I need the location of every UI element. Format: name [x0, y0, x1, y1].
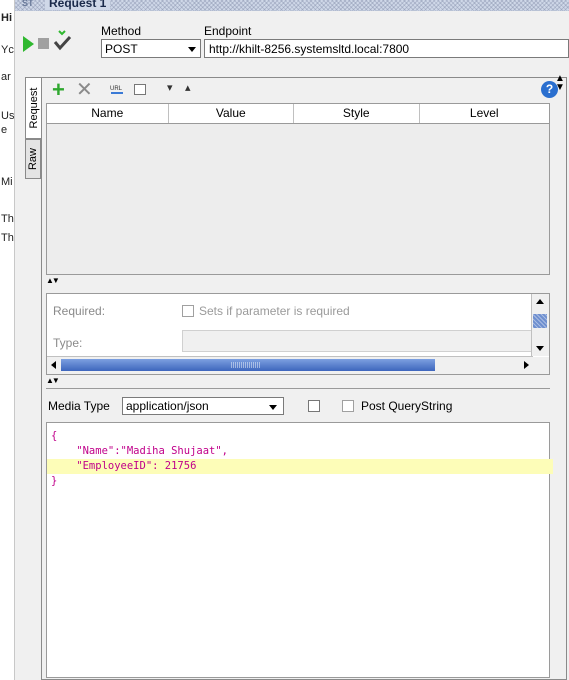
divider: [46, 388, 550, 389]
delete-icon[interactable]: ✕: [76, 80, 93, 100]
left-text-5: e: [1, 124, 8, 136]
props-vertical-scrollbar[interactable]: [531, 294, 549, 356]
chevron-down-icon: [269, 405, 277, 410]
scroll-right-icon[interactable]: [524, 361, 529, 369]
window-badge: ST: [22, 0, 34, 8]
col-name[interactable]: Name: [47, 104, 169, 123]
type-label: Type:: [53, 336, 83, 350]
col-style[interactable]: Style: [294, 104, 420, 123]
chevron-down-icon: [188, 47, 196, 52]
request-panel: + ✕ URL ▾ ▴ ? Name Value Style Level ▲▼ …: [41, 77, 567, 680]
scroll-corner: [532, 357, 549, 374]
tab-request-label: Request: [27, 87, 40, 129]
method-label: Method: [101, 24, 142, 38]
left-text-8: Th: [1, 232, 14, 244]
media-type-label: Media Type: [48, 399, 110, 413]
left-text-3: ar: [1, 71, 11, 83]
left-panel-fragment: Hi Yc ar Us e Mi Th Th: [0, 0, 15, 680]
params-table-header: Name Value Style Level: [47, 104, 549, 124]
col-value[interactable]: Value: [169, 104, 295, 123]
tab-raw-label: Raw: [27, 147, 39, 171]
media-frame-icon[interactable]: [308, 400, 320, 412]
left-text-1: Hi: [1, 12, 12, 24]
scroll-left-icon[interactable]: [51, 361, 56, 369]
props-horizontal-scrollbar[interactable]: [47, 356, 533, 374]
media-type-row: Media Type application/json Post QuerySt…: [46, 395, 566, 417]
request-body-editor[interactable]: { "Name":"Madiha Shujaat", "EmployeeID":…: [46, 422, 553, 678]
move-down-icon[interactable]: ▾: [167, 81, 173, 94]
endpoint-input[interactable]: http://khilt-8256.systemsltd.local:7800: [204, 39, 569, 58]
body-line-1: {: [51, 430, 58, 442]
col-level[interactable]: Level: [420, 104, 549, 123]
splitter-handle-2[interactable]: ▲▼: [46, 376, 60, 385]
frame-icon[interactable]: [134, 84, 146, 95]
collapse-arrows-icon[interactable]: ▲ ▼: [555, 74, 565, 93]
post-querystring-label: Post QueryString: [361, 399, 453, 413]
tab-request[interactable]: Request: [25, 77, 41, 139]
checkmark-icon[interactable]: [53, 30, 73, 54]
svg-text:URL: URL: [110, 86, 123, 92]
body-line-4: }: [51, 475, 58, 487]
method-select[interactable]: POST: [101, 39, 201, 58]
body-line-2: "Name":"Madiha Shujaat",: [51, 445, 229, 457]
scroll-up-icon[interactable]: [536, 299, 544, 304]
scroll-down-icon[interactable]: [536, 346, 544, 351]
scroll-thumb[interactable]: [533, 314, 547, 328]
request-toolbar: Method POST Endpoint http://khilt-8256.s…: [15, 11, 569, 67]
required-label: Required:: [53, 304, 106, 318]
run-icon[interactable]: [23, 36, 34, 52]
request-body-area: Request Raw + ✕ URL ▾ ▴ ? Name Value Sty…: [15, 67, 569, 680]
stop-icon[interactable]: [38, 38, 49, 49]
left-text-7: Th: [1, 213, 14, 225]
method-value: POST: [105, 42, 138, 56]
params-toolbar: + ✕ URL ▾ ▴ ?: [42, 78, 566, 104]
required-checkbox[interactable]: [182, 305, 194, 317]
params-table[interactable]: Name Value Style Level: [46, 103, 550, 275]
tab-raw[interactable]: Raw: [25, 139, 41, 179]
media-type-select[interactable]: application/json: [122, 397, 284, 415]
hscroll-thumb[interactable]: [61, 359, 435, 371]
left-text-6: Mi: [1, 176, 13, 188]
type-field[interactable]: [182, 330, 532, 352]
left-text-2: Yc: [1, 44, 14, 56]
left-text-4: Us: [1, 110, 15, 122]
required-hint: Sets if parameter is required: [199, 304, 350, 318]
post-querystring-checkbox[interactable]: [342, 400, 354, 412]
add-icon[interactable]: +: [52, 79, 65, 101]
window-titlebar[interactable]: ST Request 1: [15, 0, 569, 11]
window-title: Request 1: [45, 0, 111, 10]
move-up-icon[interactable]: ▴: [185, 81, 191, 94]
endpoint-label: Endpoint: [204, 24, 252, 38]
splitter-handle[interactable]: ▲▼: [46, 276, 60, 285]
body-line-3: "EmployeeID": 21756: [47, 459, 553, 474]
media-type-value: application/json: [126, 399, 209, 413]
param-properties: Required: Sets if parameter is required …: [46, 293, 550, 375]
url-params-icon[interactable]: URL: [110, 84, 123, 95]
